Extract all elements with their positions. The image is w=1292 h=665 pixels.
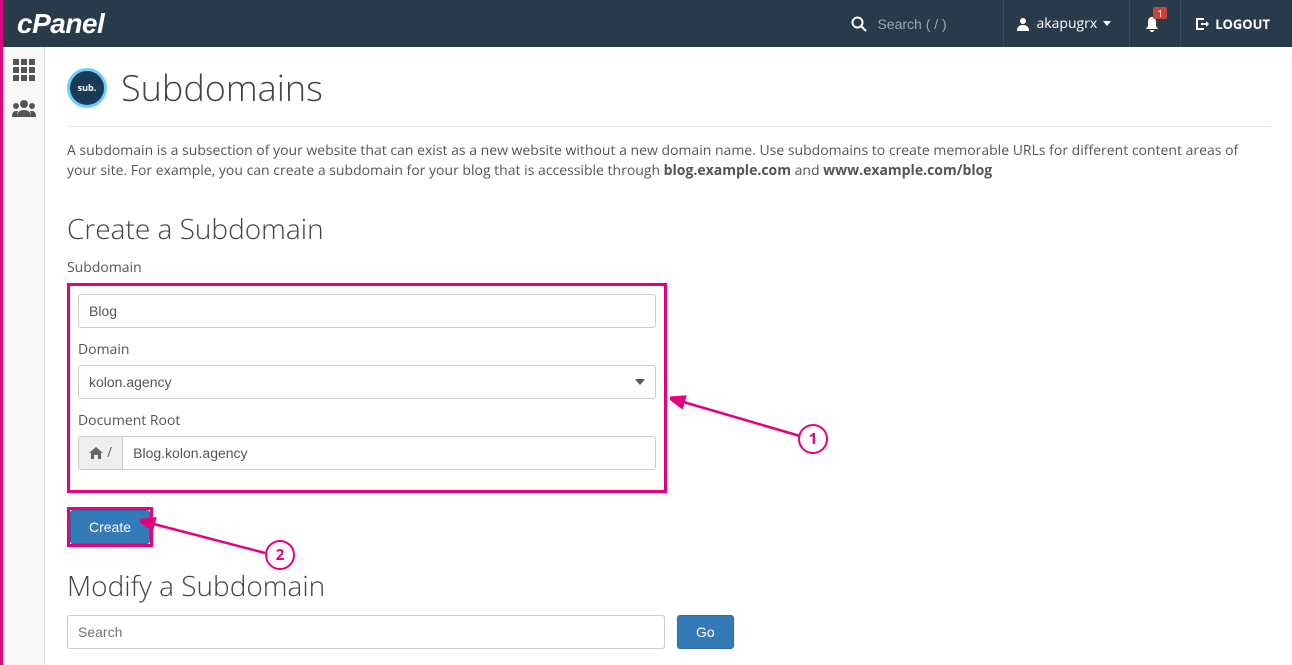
subdomain-label: Subdomain bbox=[67, 258, 1270, 277]
modify-section-title: Modify a Subdomain bbox=[67, 567, 1270, 605]
domain-label: Domain bbox=[78, 340, 656, 359]
page-title-row: sub. Subdomains bbox=[67, 63, 1270, 122]
document-root-input[interactable] bbox=[122, 436, 656, 470]
notifications-button[interactable]: 1 bbox=[1129, 0, 1174, 47]
domain-select[interactable]: kolon.agency bbox=[78, 365, 656, 399]
document-root-prefix: / bbox=[78, 436, 122, 470]
form-annotation-highlight: Domain kolon.agency Document Root / bbox=[67, 283, 667, 493]
caret-down-icon bbox=[1103, 21, 1111, 26]
username-label: akapugrx bbox=[1036, 14, 1097, 33]
modify-search-input[interactable] bbox=[67, 615, 665, 649]
divider bbox=[67, 126, 1270, 127]
page-title: Subdomains bbox=[121, 63, 323, 112]
annotation-arrow-2 bbox=[140, 505, 280, 565]
subdomains-page-icon: sub. bbox=[67, 68, 107, 108]
top-header: cPanel akapugrx 1 LOGOUT bbox=[3, 0, 1292, 47]
header-right: akapugrx 1 LOGOUT bbox=[851, 0, 1278, 47]
home-icon bbox=[89, 447, 103, 459]
notification-badge: 1 bbox=[1153, 7, 1167, 19]
annotation-marker-1: 1 bbox=[798, 424, 828, 454]
create-button-highlight: Create 2 bbox=[67, 507, 153, 547]
search-input[interactable] bbox=[877, 16, 987, 32]
annotation-arrow-1 bbox=[670, 386, 830, 456]
logout-label: LOGOUT bbox=[1215, 15, 1270, 33]
users-icon[interactable] bbox=[12, 99, 36, 117]
create-section-title: Create a Subdomain bbox=[67, 210, 1270, 248]
content-area: sub. Subdomains A subdomain is a subsect… bbox=[45, 47, 1292, 665]
subdomain-input[interactable] bbox=[78, 294, 656, 328]
user-menu[interactable]: akapugrx bbox=[1003, 0, 1123, 47]
logout-button[interactable]: LOGOUT bbox=[1180, 0, 1278, 47]
go-button[interactable]: Go bbox=[677, 615, 734, 649]
search-icon[interactable] bbox=[851, 16, 867, 32]
logout-icon bbox=[1195, 17, 1209, 31]
intro-text: A subdomain is a subsection of your webs… bbox=[67, 141, 1270, 182]
cpanel-logo: cPanel bbox=[17, 8, 104, 40]
sidebar bbox=[3, 47, 45, 665]
annotation-marker-2: 2 bbox=[265, 540, 295, 570]
modify-row: Go bbox=[67, 615, 1270, 649]
user-icon bbox=[1016, 17, 1030, 31]
search-area bbox=[851, 16, 987, 32]
document-root-label: Document Root bbox=[78, 411, 656, 430]
main-wrap: sub. Subdomains A subdomain is a subsect… bbox=[3, 47, 1292, 665]
apps-grid-icon[interactable] bbox=[13, 59, 35, 81]
create-button[interactable]: Create bbox=[70, 510, 150, 544]
